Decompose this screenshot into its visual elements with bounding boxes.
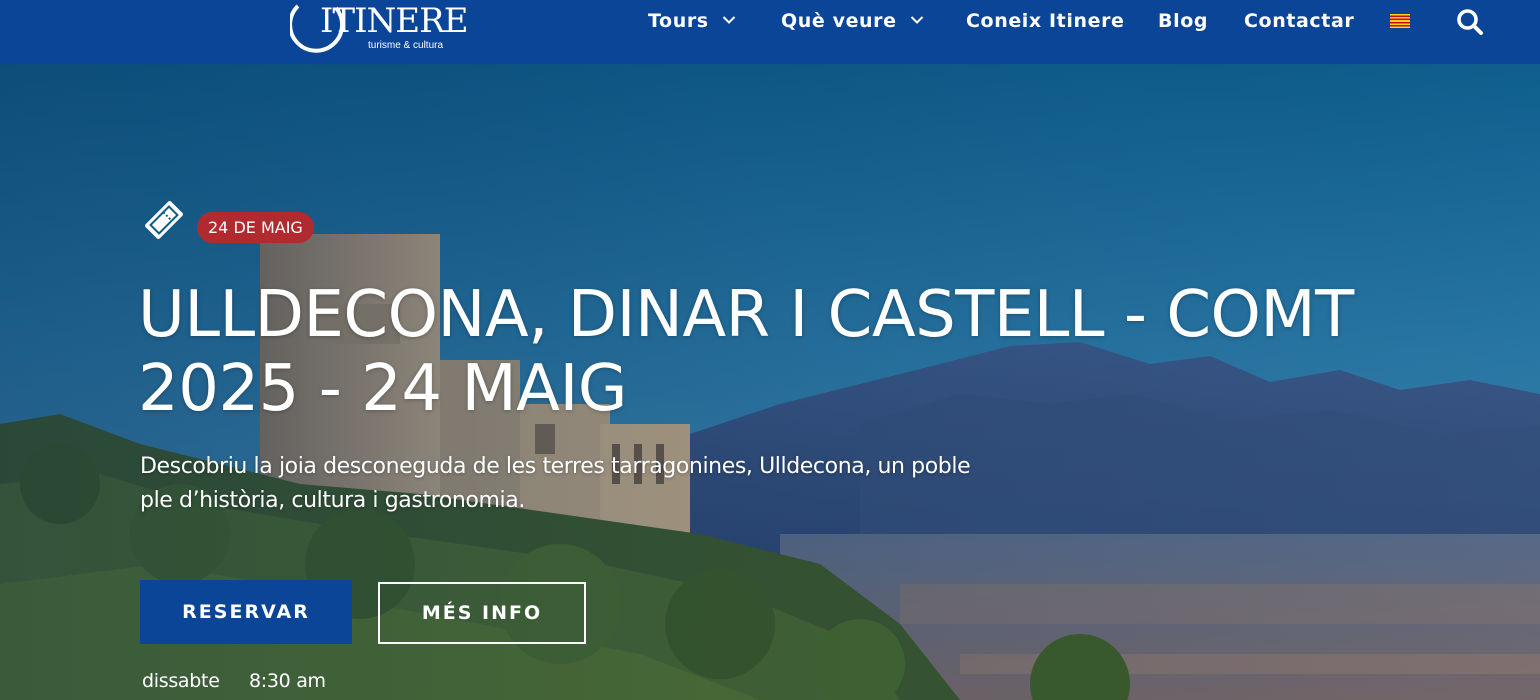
nav-que-veure[interactable]: Què veure xyxy=(781,8,924,34)
nav-coneix-label: Coneix Itinere xyxy=(966,10,1125,32)
chevron-down-icon xyxy=(722,15,736,24)
nav-que-veure-label: Què veure xyxy=(781,10,897,32)
logo-tagline: turisme & cultura xyxy=(368,40,444,51)
nav-tours[interactable]: Tours xyxy=(648,8,736,34)
mes-info-button[interactable]: MÉS INFO xyxy=(378,582,586,644)
search-icon xyxy=(1457,9,1483,35)
nav-coneix-itinere[interactable]: Coneix Itinere xyxy=(966,8,1125,34)
ticket-icon xyxy=(140,196,188,244)
nav-blog[interactable]: Blog xyxy=(1158,8,1208,34)
chevron-down-icon xyxy=(910,15,924,24)
event-day: dissabte xyxy=(142,670,220,692)
logo-wordmark: ITINERE xyxy=(320,1,469,41)
nav-contactar[interactable]: Contactar xyxy=(1244,8,1354,34)
reservar-button[interactable]: RESERVAR xyxy=(140,580,352,644)
search-button[interactable] xyxy=(1455,7,1485,37)
nav-blog-label: Blog xyxy=(1158,10,1209,32)
top-navigation-bar: ITINERE turisme & cultura Tours Què veur… xyxy=(0,0,1540,64)
event-time: 8:30 am xyxy=(249,670,326,692)
itinere-logo[interactable]: ITINERE turisme & cultura xyxy=(290,0,469,60)
event-description: Descobriu la joia desconeguda de les ter… xyxy=(140,454,971,513)
catalan-flag-language-switch[interactable] xyxy=(1390,14,1410,28)
event-title: ULLDECONA, DINAR I CASTELL - COMT 2025 -… xyxy=(138,278,1354,426)
event-date-badge: 24 DE MAIG xyxy=(197,212,314,243)
nav-contactar-label: Contactar xyxy=(1244,10,1355,32)
nav-tours-label: Tours xyxy=(648,10,709,32)
